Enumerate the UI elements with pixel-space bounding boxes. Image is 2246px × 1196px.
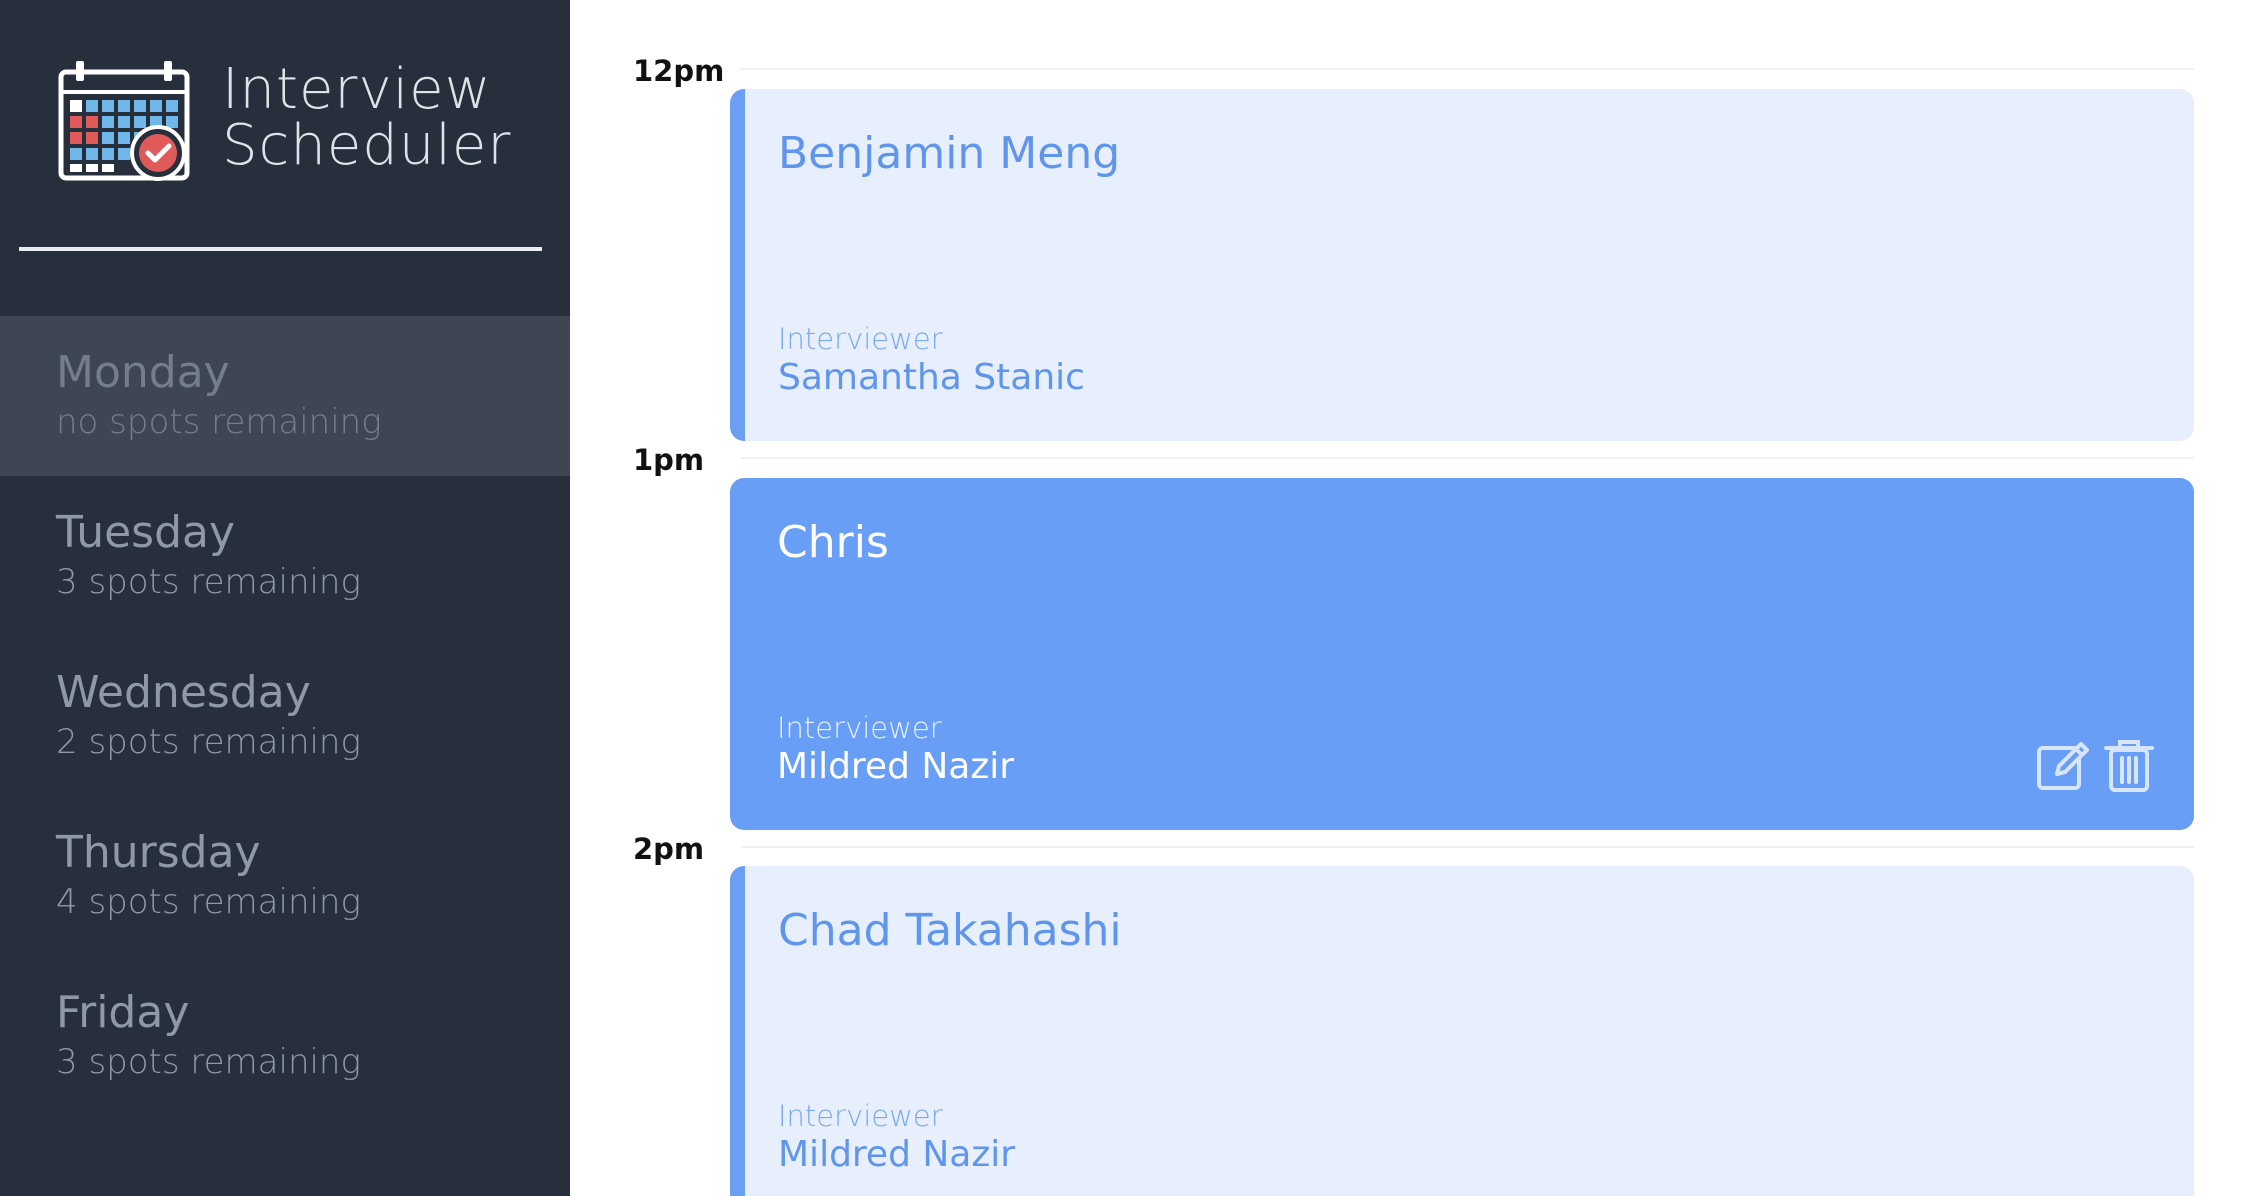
- day-list: Monday no spots remaining Tuesday 3 spot…: [0, 316, 570, 1116]
- time-divider: [741, 846, 2194, 848]
- calendar-check-icon: [58, 61, 190, 181]
- interviewer-label: Interviewer: [778, 1099, 943, 1133]
- app: Interview Scheduler Monday no spots rema…: [0, 0, 2246, 1196]
- day-name: Wednesday: [56, 667, 311, 718]
- time-label: 2pm: [633, 832, 705, 866]
- interviewer-name: Mildred Nazir: [777, 746, 1015, 787]
- day-spots: 3 spots remaining: [56, 562, 361, 602]
- appointment-card[interactable]: Chad Takahashi Interviewer Mildred Nazir: [730, 866, 2194, 1196]
- day-item-friday[interactable]: Friday 3 spots remaining: [0, 956, 570, 1116]
- interviewer-label: Interviewer: [778, 322, 943, 356]
- app-title-line1: Interview: [222, 57, 492, 122]
- interviewer-name: Samantha Stanic: [778, 357, 1085, 398]
- day-name: Tuesday: [56, 507, 236, 558]
- app-title: Interview Scheduler: [222, 62, 511, 174]
- app-title-line2: Scheduler: [222, 113, 512, 178]
- sidebar-divider: [19, 247, 542, 251]
- time-label: 12pm: [633, 54, 725, 88]
- sidebar: Interview Scheduler Monday no spots rema…: [0, 0, 570, 1196]
- day-spots: 2 spots remaining: [56, 722, 361, 762]
- day-name: Monday: [56, 347, 230, 398]
- schedule: 12pm Benjamin Meng Interviewer Samantha …: [570, 0, 2246, 1196]
- day-spots: no spots remaining: [56, 402, 382, 442]
- day-name: Friday: [56, 987, 190, 1038]
- interviewer-name: Mildred Nazir: [778, 1134, 1016, 1175]
- student-name: Benjamin Meng: [778, 128, 1121, 179]
- interviewer-label: Interviewer: [777, 711, 942, 745]
- student-name: Chris: [777, 517, 889, 568]
- trash-icon[interactable]: [2100, 736, 2158, 794]
- day-item-monday[interactable]: Monday no spots remaining: [0, 316, 570, 476]
- appointment-card-active[interactable]: Chris Interviewer Mildred Nazir: [730, 478, 2194, 830]
- appointment-card[interactable]: Benjamin Meng Interviewer Samantha Stani…: [730, 89, 2194, 441]
- time-divider: [741, 68, 2194, 70]
- time-divider: [741, 457, 2194, 459]
- day-spots: 3 spots remaining: [56, 1042, 361, 1082]
- time-label: 1pm: [633, 443, 705, 477]
- day-item-tuesday[interactable]: Tuesday 3 spots remaining: [0, 476, 570, 636]
- day-spots: 4 spots remaining: [56, 882, 361, 922]
- day-name: Thursday: [56, 827, 261, 878]
- student-name: Chad Takahashi: [778, 905, 1122, 956]
- day-item-wednesday[interactable]: Wednesday 2 spots remaining: [0, 636, 570, 796]
- edit-icon[interactable]: [2035, 736, 2093, 794]
- day-item-thursday[interactable]: Thursday 4 spots remaining: [0, 796, 570, 956]
